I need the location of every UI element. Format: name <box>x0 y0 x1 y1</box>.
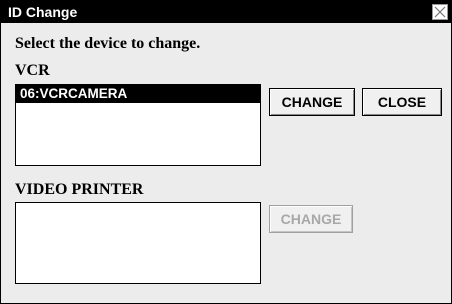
title-bar[interactable]: ID Change <box>1 1 451 23</box>
vcr-label: VCR <box>15 62 50 79</box>
instruction-text: Select the device to change. <box>15 35 201 52</box>
video-printer-listbox[interactable] <box>15 202 261 284</box>
video-printer-label: VIDEO PRINTER <box>15 181 144 198</box>
video-printer-change-button: CHANGE <box>269 205 353 233</box>
window-title: ID Change <box>8 4 78 20</box>
close-window-icon[interactable] <box>432 4 448 20</box>
close-button[interactable]: CLOSE <box>362 88 442 116</box>
vcr-listbox[interactable]: 06:VCRCAMERA <box>15 84 261 166</box>
vcr-list-item[interactable]: 06:VCRCAMERA <box>16 85 260 103</box>
id-change-dialog: ID Change Select the device to change. V… <box>0 0 452 304</box>
vcr-change-button[interactable]: CHANGE <box>269 88 355 116</box>
